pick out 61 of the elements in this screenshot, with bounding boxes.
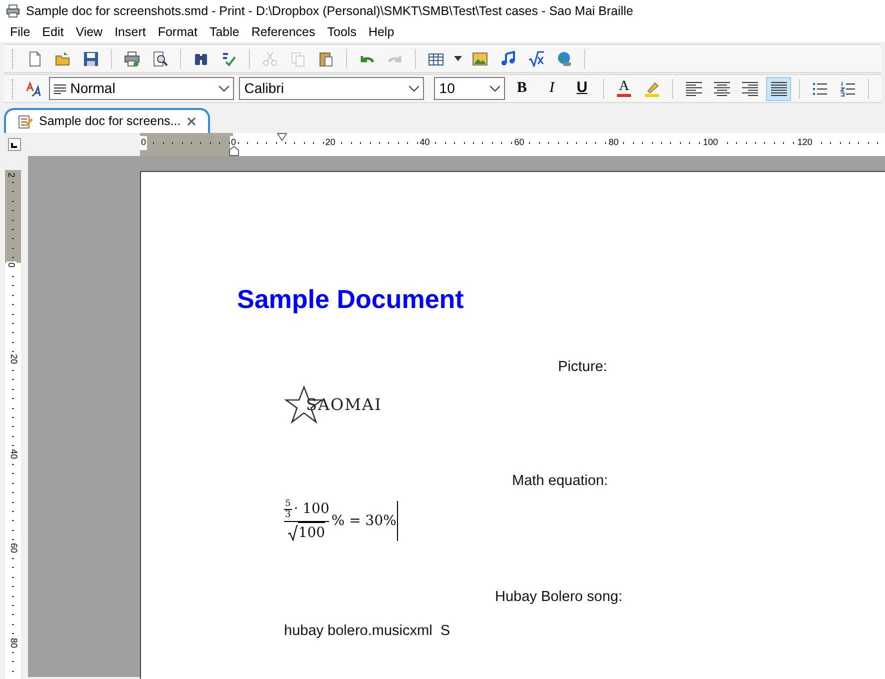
menu-item[interactable]: View — [70, 22, 109, 42]
print-preview-icon — [152, 50, 168, 66]
paragraph-style-icon — [54, 84, 66, 94]
align-justify-icon — [770, 80, 787, 96]
open-folder-icon — [55, 50, 71, 66]
new-document-icon — [27, 50, 43, 66]
copy-icon — [290, 50, 306, 66]
menu-item[interactable]: Help — [362, 22, 400, 42]
document-heading: Sample Document — [237, 284, 464, 314]
song-caption: Hubay Bolero song: — [495, 588, 622, 606]
square-root-icon — [528, 50, 544, 66]
menu-item[interactable]: Edit — [36, 22, 70, 42]
music-file-name: hubay bolero.musicxml S — [284, 622, 450, 642]
underline-button[interactable]: U — [568, 76, 596, 100]
menu-item[interactable]: Tools — [321, 22, 362, 42]
bold-button[interactable]: B — [508, 76, 535, 100]
italic-button[interactable]: I — [538, 76, 565, 100]
align-center-icon — [714, 80, 730, 96]
styles-icon — [25, 80, 44, 98]
font-dropdown[interactable]: Calibri — [239, 77, 424, 100]
align-right-icon — [742, 80, 758, 96]
menu-item[interactable]: Format — [152, 22, 204, 42]
menu-item[interactable]: Table — [203, 22, 246, 42]
save-icon — [83, 50, 99, 66]
align-left-icon — [686, 80, 702, 96]
bulleted-list-icon — [812, 80, 828, 96]
ruler-number: 20 — [9, 353, 19, 366]
document-tab[interactable]: Sample doc for screens... — [4, 108, 210, 133]
menu-item[interactable]: References — [245, 22, 322, 42]
caret-icon[interactable] — [454, 56, 462, 61]
ruler-number: 80 — [9, 636, 19, 649]
indent-marker-icon[interactable] — [277, 133, 287, 141]
globe-icon — [556, 50, 572, 66]
window-title: Sample doc for screenshots.smd - Print - D:\Dropbox (Personal)\SMKT\SMB\Test\Test cases - Sao Mai Braille — [26, 2, 634, 20]
spell-check-icon — [221, 50, 237, 66]
picture-icon — [472, 50, 488, 66]
document-pencil-icon — [18, 114, 33, 129]
close-icon[interactable] — [186, 117, 196, 126]
ruler-number: 40 — [9, 448, 19, 460]
font-color-button[interactable]: A — [612, 76, 636, 100]
highlighter-icon — [643, 80, 662, 98]
style-dropdown[interactable]: Normal — [49, 77, 234, 100]
square-root-sign — [288, 524, 298, 540]
scissors-icon — [262, 50, 278, 66]
numbered-list-icon — [840, 80, 856, 96]
align-justify-button[interactable] — [766, 76, 791, 100]
printer-icon — [124, 50, 140, 66]
picture-caption: Picture: — [558, 358, 608, 377]
tab-stop-selector[interactable] — [8, 138, 20, 151]
ruler-number: 60 — [9, 542, 19, 554]
math-caption: Math equation: — [512, 472, 608, 491]
ruler-number: 0 — [140, 136, 148, 150]
menu-item[interactable]: File — [4, 22, 36, 42]
printer-icon — [6, 4, 20, 18]
music-note-icon — [500, 50, 516, 66]
ruler-number: 0 — [6, 262, 16, 268]
menu-item[interactable]: Insert — [108, 22, 152, 42]
table-icon — [428, 50, 444, 66]
font-size-dropdown[interactable]: 10 — [434, 77, 505, 100]
ruler-number: 2 — [6, 172, 16, 178]
paste-icon — [318, 50, 334, 66]
